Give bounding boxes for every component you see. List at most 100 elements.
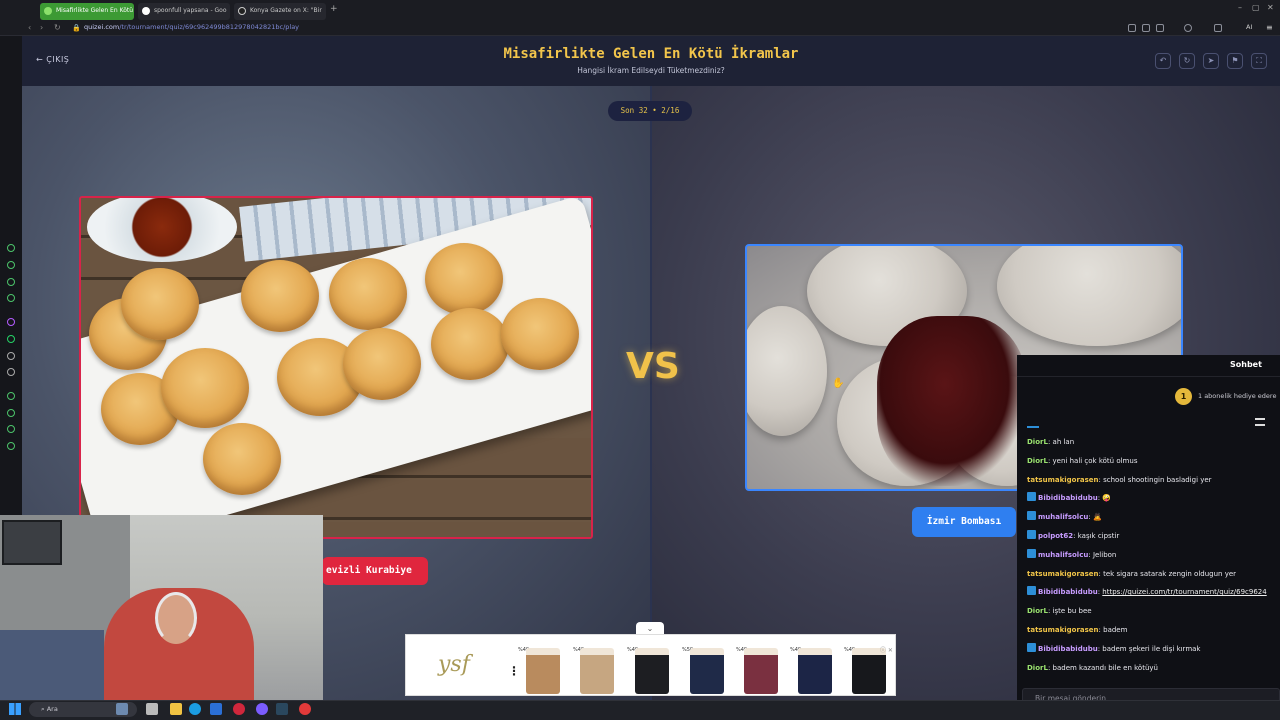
chat-message: DiorL: ah lan (1027, 436, 1280, 455)
sub-badge-icon (1027, 529, 1036, 539)
taskbar-search-label: Ara (46, 705, 58, 713)
ad-product[interactable] (635, 648, 669, 694)
snapshot-icon[interactable] (1142, 24, 1150, 32)
chat-username[interactable]: DiorL (1027, 664, 1048, 672)
chat-username[interactable]: muhalifsolcu (1038, 513, 1088, 521)
close-icon[interactable]: ✕ (1267, 3, 1274, 12)
ad-product[interactable] (744, 648, 778, 694)
url-field[interactable]: quizei.com/tr/tournament/quiz/69c962499b… (84, 23, 299, 31)
url-path: /tr/tournament/quiz/69c962499b8129780428… (119, 23, 300, 31)
refresh-icon[interactable]: ↻ (1179, 53, 1195, 69)
maximize-icon[interactable]: ▢ (1252, 3, 1260, 12)
chat-text: tek sigara satarak zengin oldugun yer (1103, 569, 1237, 578)
shield-icon[interactable] (1156, 24, 1164, 32)
left-choice-label[interactable]: evizli Kurabiye (322, 557, 428, 585)
taskbar-app-icon[interactable] (256, 703, 268, 715)
page-subtitle: Hangisi İkram Edilseydi Tüketmezdiniz? (577, 66, 725, 75)
minimize-icon[interactable]: – (1238, 3, 1242, 12)
ad-close-icon[interactable]: ⓘ ✕ (880, 645, 893, 654)
tab-favicon-icon (44, 7, 52, 15)
sidebar-history-icon[interactable] (7, 392, 15, 400)
taskbar-opera-icon[interactable] (233, 703, 245, 715)
sidebar-clock-icon[interactable] (7, 409, 15, 417)
download-icon[interactable] (1214, 24, 1222, 32)
taskbar-obs-icon[interactable] (299, 703, 311, 715)
sidebar-whatsapp-icon[interactable] (7, 335, 15, 343)
ad-product[interactable] (526, 648, 560, 694)
taskbar-explorer-icon[interactable] (170, 703, 182, 715)
reload-icon[interactable]: ↻ (54, 23, 61, 32)
chat-username[interactable]: tatsumakigorasen (1027, 570, 1099, 578)
ad-more-icon[interactable]: ⋮ (508, 664, 520, 678)
flag-icon[interactable]: ⚑ (1227, 53, 1243, 69)
chat-message: muhalifsolcu: Jelibon (1027, 548, 1280, 568)
taskbar-steam-icon[interactable] (276, 703, 288, 715)
sidebar-wallet-icon[interactable] (7, 294, 15, 302)
taskbar-widget-icon[interactable] (116, 703, 128, 715)
sidebar-discord-icon[interactable] (7, 352, 15, 360)
chat-username[interactable]: Bibidibabidubu (1038, 588, 1098, 596)
back-arrow-icon[interactable]: ‹ (28, 23, 31, 32)
sub-gift-badge: 1 (1175, 388, 1192, 405)
chat-link[interactable]: https://quizei.com/tr/tournament/quiz/69… (1102, 588, 1266, 596)
chat-message: tatsumakigorasen: badem (1027, 624, 1280, 643)
chat-text: badem (1103, 625, 1128, 634)
sidebar-twitch-icon[interactable] (7, 318, 15, 326)
chat-text: ah lan (1052, 438, 1075, 446)
undo-icon[interactable]: ↶ (1155, 53, 1171, 69)
taskbar-taskview-icon[interactable] (146, 703, 158, 715)
sidebar-x-icon[interactable] (7, 368, 15, 376)
chat-message-list: DiorL: ah lan DiorL: yeni hali çok kötü o… (1027, 436, 1280, 680)
ad-product[interactable] (580, 648, 614, 694)
chat-pin-icon[interactable] (1255, 418, 1265, 426)
tab-quiz[interactable]: Misafirlikte Gelen En Kötü (40, 3, 134, 20)
chat-username[interactable]: DiorL (1027, 438, 1048, 446)
lock-icon: 🔒 (72, 24, 81, 32)
chat-message: DiorL: badem kazandı bile en kötüyü (1027, 662, 1280, 681)
taskbar-store-icon[interactable] (210, 703, 222, 715)
sidebar-bag-icon[interactable] (7, 261, 15, 269)
chat-username[interactable]: DiorL (1027, 457, 1048, 465)
sub-badge-icon (1027, 586, 1036, 596)
mouse-cursor-icon: ✋ (832, 378, 845, 389)
share-icon[interactable]: ➤ (1203, 53, 1219, 69)
chat-username[interactable]: muhalifsolcu (1038, 551, 1088, 559)
left-choice-image[interactable] (79, 196, 593, 539)
chat-username[interactable]: polpot62 (1038, 532, 1073, 540)
sidebar-ai-icon[interactable] (7, 244, 15, 252)
tab-google[interactable]: spoonfull yapsana - Goo (138, 3, 230, 20)
fullscreen-icon[interactable]: ⛶ (1251, 53, 1267, 69)
webcam-tv (2, 520, 62, 565)
ad-product[interactable] (852, 648, 886, 694)
sidebar-send-icon[interactable] (7, 425, 15, 433)
chat-username[interactable]: tatsumakigorasen (1027, 626, 1099, 634)
forward-arrow-icon[interactable]: › (40, 23, 43, 32)
chat-text: badem şekeri ile dişi kırmak (1102, 644, 1201, 653)
sub-badge-icon (1027, 511, 1036, 521)
right-choice-label[interactable]: İzmir Bombası (912, 507, 1016, 537)
ad-product[interactable] (798, 648, 832, 694)
chat-message: Bibidibabidubu: 🤪 (1027, 492, 1280, 511)
chat-username[interactable]: Bibidibabidubu (1038, 494, 1098, 502)
menu-icon[interactable]: ≡ (1266, 23, 1273, 32)
chat-username[interactable]: Bibidibabidubu (1038, 645, 1098, 653)
sidebar-settings-icon[interactable] (7, 442, 15, 450)
sub-badge-icon (1027, 548, 1036, 558)
sidebar-lock-icon[interactable] (7, 278, 15, 286)
chat-message: polpot62: kaşık cipstir (1027, 529, 1280, 549)
taskbar-edge-icon[interactable] (189, 703, 201, 715)
tab-label: Misafirlikte Gelen En Kötü (56, 7, 134, 14)
ad-product[interactable] (690, 648, 724, 694)
chat-username[interactable]: DiorL (1027, 607, 1048, 615)
tab-label: Konya Gazete on X: "Bir (250, 7, 322, 14)
ai-icon[interactable]: AI (1246, 23, 1252, 31)
extension-icon[interactable] (1128, 24, 1136, 32)
center-divider (650, 86, 652, 700)
tab-x[interactable]: Konya Gazete on X: "Bir (234, 3, 326, 20)
chat-message: DiorL: işte bu bee (1027, 605, 1280, 624)
chat-username[interactable]: tatsumakigorasen (1027, 476, 1099, 484)
x-logo-icon (238, 7, 246, 15)
heart-icon[interactable] (1184, 24, 1192, 32)
new-tab-icon[interactable]: + (330, 4, 338, 14)
start-icon[interactable] (9, 703, 21, 715)
